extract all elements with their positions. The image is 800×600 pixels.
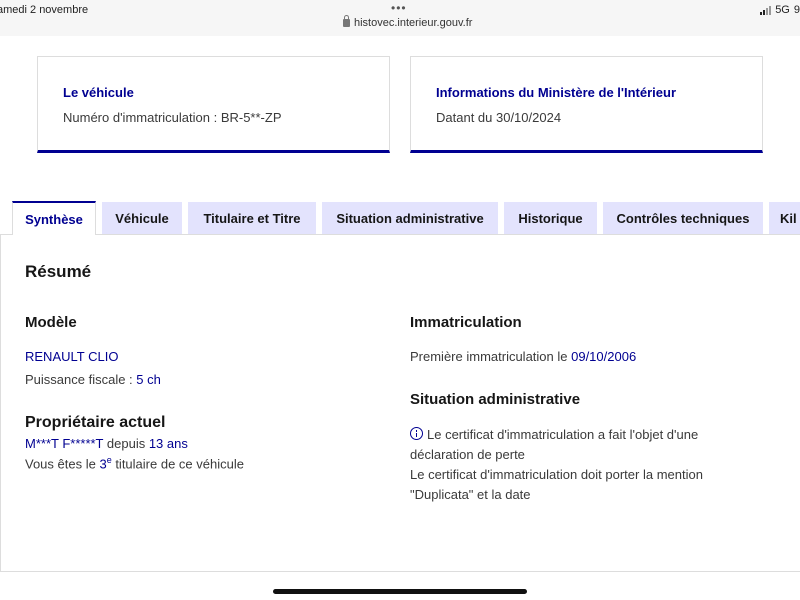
admin-heading: Situation administrative: [410, 391, 581, 408]
admin-line-1: Le certificat d'immatriculation a fait l…: [410, 427, 698, 442]
vehicle-card: Le véhicule Numéro d'immatriculation : B…: [37, 56, 390, 153]
tab-panel: [0, 234, 800, 572]
tab-historique[interactable]: Historique: [504, 202, 597, 234]
tab-controles-techniques[interactable]: Contrôles techniques: [603, 202, 763, 234]
address-url: histovec.interieur.gouv.fr: [354, 17, 473, 29]
tab-vehicule[interactable]: Véhicule: [102, 202, 182, 234]
status-bar: amedi 2 novembre ••• histovec.interieur.…: [0, 0, 800, 36]
tab-options-dots[interactable]: •••: [391, 1, 407, 15]
tab-kilometrage[interactable]: Kil: [769, 202, 800, 234]
model-name: RENAULT CLIO: [25, 349, 119, 364]
info-icon: [410, 427, 423, 440]
tab-bar: Synthèse Véhicule Titulaire et Titre Sit…: [12, 201, 800, 236]
status-date: amedi 2 novembre: [0, 4, 89, 16]
model-heading: Modèle: [25, 314, 77, 331]
status-indicators: 5G 9: [760, 4, 800, 16]
fiscal-power: Puissance fiscale : 5 ch: [25, 372, 161, 387]
admin-line-2: déclaration de perte: [410, 447, 525, 462]
admin-line-3: Le certificat d'immatriculation doit por…: [410, 467, 703, 482]
ministry-date: Datant du 30/10/2024: [436, 110, 562, 125]
page-content: Le véhicule Numéro d'immatriculation : B…: [0, 36, 800, 600]
tab-synthese[interactable]: Synthèse: [12, 201, 96, 235]
home-indicator[interactable]: [273, 589, 527, 594]
owner-name: M***T F*****T depuis 13 ans: [25, 436, 188, 451]
registration-heading: Immatriculation: [410, 314, 522, 331]
ministry-card-title: Informations du Ministère de l'Intérieur: [436, 85, 677, 100]
signal-icon: [760, 5, 772, 15]
summary-heading: Résumé: [25, 262, 92, 281]
network-type: 5G: [775, 4, 790, 16]
first-registration: Première immatriculation le 09/10/2006: [410, 349, 637, 364]
plate-number: Numéro d'immatriculation : BR-5**-ZP: [63, 110, 282, 125]
tab-situation-administrative[interactable]: Situation administrative: [322, 202, 498, 234]
tab-titulaire-titre[interactable]: Titulaire et Titre: [188, 202, 316, 234]
owner-heading: Propriétaire actuel: [25, 414, 166, 431]
lock-icon: [343, 15, 350, 27]
vehicle-card-title: Le véhicule: [63, 85, 134, 100]
address-bar[interactable]: histovec.interieur.gouv.fr: [343, 15, 473, 29]
admin-line-4: "Duplicata" et la date: [410, 487, 531, 502]
owner-rank: Vous êtes le 3e titulaire de ce véhicule: [25, 455, 244, 472]
battery-level: 9: [793, 4, 800, 16]
ministry-card: Informations du Ministère de l'Intérieur…: [410, 56, 763, 153]
